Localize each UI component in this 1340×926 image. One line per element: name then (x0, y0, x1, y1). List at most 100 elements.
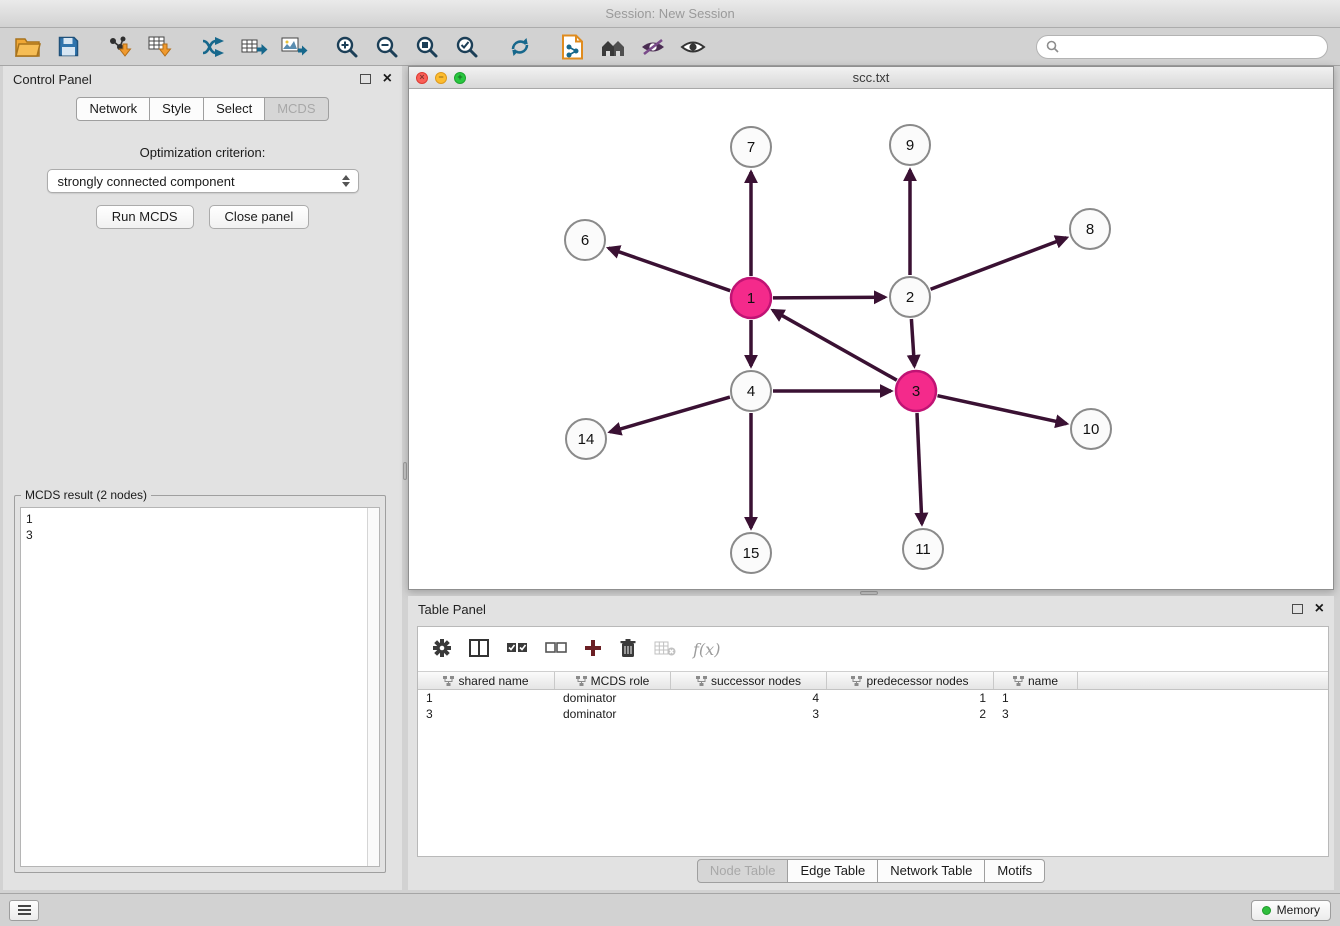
table-row[interactable]: 1dominator411 (418, 690, 1328, 706)
show-graphics-details-button[interactable] (673, 31, 713, 63)
tab-motifs[interactable]: Motifs (985, 859, 1045, 883)
column-header-MCDS-role[interactable]: MCDS role (555, 672, 671, 689)
graph-edge-1-6[interactable] (609, 248, 731, 291)
graph-node-1[interactable]: 1 (731, 278, 771, 318)
graph-edge-4-14[interactable] (610, 397, 730, 432)
table-cell[interactable]: 3 (994, 706, 1078, 722)
import-table-button[interactable] (141, 31, 181, 63)
graph-node-4[interactable]: 4 (731, 371, 771, 411)
tab-edge-table[interactable]: Edge Table (788, 859, 878, 883)
window-zoom-button[interactable]: + (454, 72, 466, 84)
table-cell[interactable]: dominator (555, 706, 671, 722)
graph-node-9[interactable]: 9 (890, 125, 930, 165)
table-cell[interactable]: 1 (418, 690, 555, 706)
graph-node-2[interactable]: 2 (890, 277, 930, 317)
table-cell[interactable]: 1 (994, 690, 1078, 706)
graph-node-8[interactable]: 8 (1070, 209, 1110, 249)
graph-node-7[interactable]: 7 (731, 127, 771, 167)
graph-node-6[interactable]: 6 (565, 220, 605, 260)
graph-edge-3-1[interactable] (773, 310, 897, 380)
mcds-result-group: MCDS result (2 nodes) 13 (14, 495, 386, 873)
delete-rows-button[interactable] (619, 638, 637, 661)
column-hierarchy-icon (576, 676, 587, 686)
graph-edge-1-2[interactable] (773, 297, 885, 298)
column-header-label: MCDS role (591, 674, 650, 688)
graph-node-15[interactable]: 15 (731, 533, 771, 573)
column-header-successor-nodes[interactable]: successor nodes (671, 672, 827, 689)
mcds-result-scrollbar[interactable] (367, 508, 379, 866)
graph-edge-3-10[interactable] (938, 396, 1067, 424)
window-titlebar: Session: New Session (0, 0, 1340, 28)
import-network-button[interactable] (101, 31, 141, 63)
zoom-out-button[interactable] (367, 31, 407, 63)
graph-edge-2-8[interactable] (931, 238, 1067, 289)
optimization-criterion-select[interactable]: strongly connected component (47, 169, 359, 193)
graph-edge-2-3[interactable] (911, 319, 914, 366)
search-box[interactable] (1036, 35, 1328, 59)
first-neighbors-button[interactable] (593, 31, 633, 63)
table-cell[interactable]: dominator (555, 690, 671, 706)
table-panel-header: Table Panel × (408, 596, 1334, 622)
deselect-all-rows-button[interactable] (545, 641, 567, 658)
table-cell[interactable]: 3 (418, 706, 555, 722)
graph-node-11[interactable]: 11 (903, 529, 943, 569)
delete-table-button[interactable] (654, 640, 676, 659)
table-settings-button[interactable] (432, 638, 452, 661)
show-columns-button[interactable] (469, 639, 489, 660)
mcds-result-title: MCDS result (2 nodes) (21, 488, 151, 502)
svg-text:1: 1 (747, 290, 755, 307)
zoom-in-button[interactable] (327, 31, 367, 63)
control-panel-float-icon[interactable] (360, 74, 371, 84)
mcds-result-item[interactable]: 1 (26, 511, 361, 527)
new-network-from-selection-button[interactable] (553, 31, 593, 63)
svg-text:11: 11 (915, 541, 931, 558)
graph-edge-3-11[interactable] (917, 413, 922, 524)
graph-node-3[interactable]: 3 (896, 371, 936, 411)
tab-network[interactable]: Network (76, 97, 150, 121)
add-row-button[interactable] (584, 639, 602, 660)
tab-network-table[interactable]: Network Table (878, 859, 985, 883)
table-panel-close-icon[interactable]: × (1315, 601, 1324, 617)
function-builder-button[interactable]: f(x) (693, 640, 720, 659)
column-header-name[interactable]: name (994, 672, 1078, 689)
columns-icon (469, 639, 489, 657)
ui-settings-button[interactable] (9, 900, 39, 921)
save-session-button[interactable] (48, 31, 88, 63)
search-input[interactable] (1064, 40, 1318, 54)
run-mcds-button[interactable]: Run MCDS (96, 205, 194, 229)
table-cell[interactable]: 1 (827, 690, 994, 706)
zoom-selected-button[interactable] (447, 31, 487, 63)
control-panel-close-icon[interactable]: × (383, 71, 392, 87)
select-all-rows-button[interactable] (506, 641, 528, 658)
open-file-button[interactable] (8, 31, 48, 63)
apply-layout-button[interactable] (500, 31, 540, 63)
table-cell[interactable]: 4 (671, 690, 827, 706)
tab-style[interactable]: Style (150, 97, 204, 121)
zoom-fit-button[interactable] (407, 31, 447, 63)
checked-boxes-icon (506, 641, 528, 655)
export-table-button[interactable] (234, 31, 274, 63)
column-header-shared-name[interactable]: shared name (418, 672, 555, 689)
window-minimize-button[interactable]: − (435, 72, 447, 84)
tab-select[interactable]: Select (204, 97, 265, 121)
column-header-predecessor-nodes[interactable]: predecessor nodes (827, 672, 994, 689)
zoom-selected-icon (455, 35, 479, 59)
table-panel-float-icon[interactable] (1292, 604, 1303, 614)
window-close-button[interactable]: × (416, 72, 428, 84)
hide-selected-button[interactable] (633, 31, 673, 63)
mcds-result-item[interactable]: 3 (26, 527, 361, 543)
network-graph[interactable]: 7 9 6 8 1 2 4 3 14 10 15 11 (409, 89, 1333, 589)
table-panel-tabs: Node TableEdge TableNetwork TableMotifs (408, 859, 1334, 883)
open-folder-icon (15, 36, 41, 57)
graph-node-14[interactable]: 14 (566, 419, 606, 459)
close-panel-button[interactable]: Close panel (209, 205, 310, 229)
table-row[interactable]: 3dominator323 (418, 706, 1328, 722)
export-network-button[interactable] (194, 31, 234, 63)
table-cell[interactable]: 3 (671, 706, 827, 722)
table-cell[interactable]: 2 (827, 706, 994, 722)
graph-node-10[interactable]: 10 (1071, 409, 1111, 449)
tab-mcds[interactable]: MCDS (265, 97, 328, 121)
memory-button[interactable]: Memory (1251, 900, 1331, 921)
export-image-button[interactable] (274, 31, 314, 63)
tab-node-table[interactable]: Node Table (697, 859, 789, 883)
